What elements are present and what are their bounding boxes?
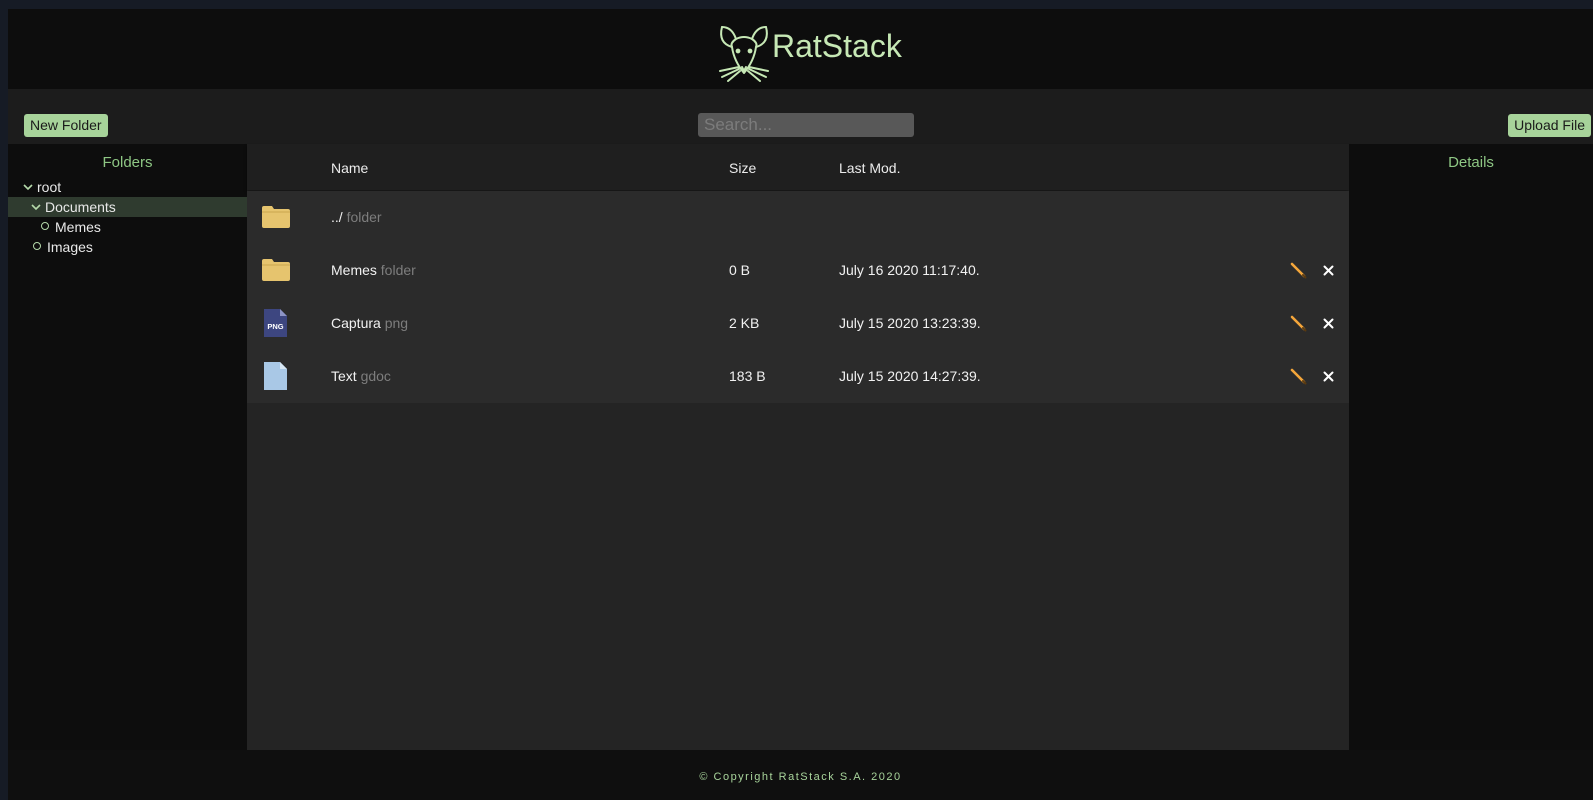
file-name-text: Captura <box>331 315 381 331</box>
document-file-icon <box>264 362 287 390</box>
file-modified: July 15 2020 13:23:39. <box>839 315 981 331</box>
chevron-down-icon[interactable] <box>31 202 41 212</box>
file-size: 0 B <box>729 262 751 278</box>
tree-item-root[interactable]: root <box>8 177 247 197</box>
rat-logo-icon <box>719 26 769 82</box>
table-row[interactable]: Memes folder 0 B July 16 2020 11:17:40. <box>247 244 1349 297</box>
svg-text:PNG: PNG <box>267 322 283 331</box>
new-folder-button[interactable]: New Folder <box>24 114 108 137</box>
file-name[interactable]: Memes folder <box>331 262 416 278</box>
table-header: Name Size Last Mod. <box>247 144 1349 190</box>
edit-pencil-icon[interactable] <box>1290 315 1307 332</box>
folder-dot-icon <box>41 222 49 230</box>
file-name[interactable]: Captura png <box>331 315 408 331</box>
tree-item-label: root <box>37 179 62 195</box>
tree-item-label: Memes <box>55 219 101 235</box>
app-brand: RatStack <box>772 28 902 64</box>
file-type: png <box>384 315 409 331</box>
file-type: gdoc <box>360 368 391 384</box>
delete-close-icon[interactable] <box>1323 318 1334 329</box>
file-name-text: ../ <box>331 209 343 225</box>
file-name[interactable]: Text gdoc <box>331 368 391 384</box>
column-header-modified[interactable]: Last Mod. <box>839 160 900 176</box>
file-name-text: Memes <box>331 262 377 278</box>
edit-pencil-icon[interactable] <box>1290 368 1307 385</box>
upload-file-button[interactable]: Upload File <box>1508 114 1591 137</box>
chevron-down-icon[interactable] <box>23 182 33 192</box>
edit-pencil-icon[interactable] <box>1290 262 1307 279</box>
file-type: folder <box>346 209 382 225</box>
file-list: Name Size Last Mod. ../ folder Memes fol… <box>247 144 1349 750</box>
tree-item-images[interactable]: Images <box>8 237 247 257</box>
column-header-size[interactable]: Size <box>729 160 756 176</box>
file-name[interactable]: ../ folder <box>331 209 382 225</box>
toolbar: New Folder Upload File <box>8 89 1593 144</box>
copyright-text: © Copyright RatStack S.A. 2020 <box>699 771 902 783</box>
app-window: RatStack New Folder Upload File Folders … <box>8 9 1593 800</box>
tree-item-memes[interactable]: Memes <box>8 217 247 237</box>
table-row[interactable]: PNG Captura png 2 KB July 15 2020 13:23:… <box>247 297 1349 350</box>
tree-item-label: Images <box>47 239 93 255</box>
tree-item-documents[interactable]: Documents <box>8 197 247 217</box>
details-title: Details <box>1448 154 1494 171</box>
column-header-name[interactable]: Name <box>331 160 368 176</box>
folder-icon <box>262 206 290 228</box>
table-row[interactable]: ../ folder <box>247 191 1349 244</box>
folders-title: Folders <box>102 154 153 171</box>
file-size: 183 B <box>729 368 766 384</box>
app-header: RatStack <box>8 9 1593 89</box>
file-modified: July 16 2020 11:17:40. <box>839 262 980 278</box>
search-input[interactable] <box>698 113 914 137</box>
file-modified: July 15 2020 14:27:39. <box>839 368 981 384</box>
delete-close-icon[interactable] <box>1323 371 1334 382</box>
folders-sidebar: Folders root Documents Memes Images <box>8 144 247 750</box>
png-file-icon: PNG <box>264 309 287 337</box>
details-panel: Details <box>1349 144 1593 750</box>
file-name-text: Text <box>331 368 357 384</box>
table-row[interactable]: Text gdoc 183 B July 15 2020 14:27:39. <box>247 350 1349 403</box>
tree-item-label: Documents <box>45 199 116 215</box>
delete-close-icon[interactable] <box>1323 265 1334 276</box>
app-footer: © Copyright RatStack S.A. 2020 <box>8 750 1593 800</box>
file-size: 2 KB <box>729 315 760 331</box>
file-type: folder <box>380 262 416 278</box>
folder-icon <box>262 259 290 281</box>
folder-dot-icon <box>33 242 41 250</box>
